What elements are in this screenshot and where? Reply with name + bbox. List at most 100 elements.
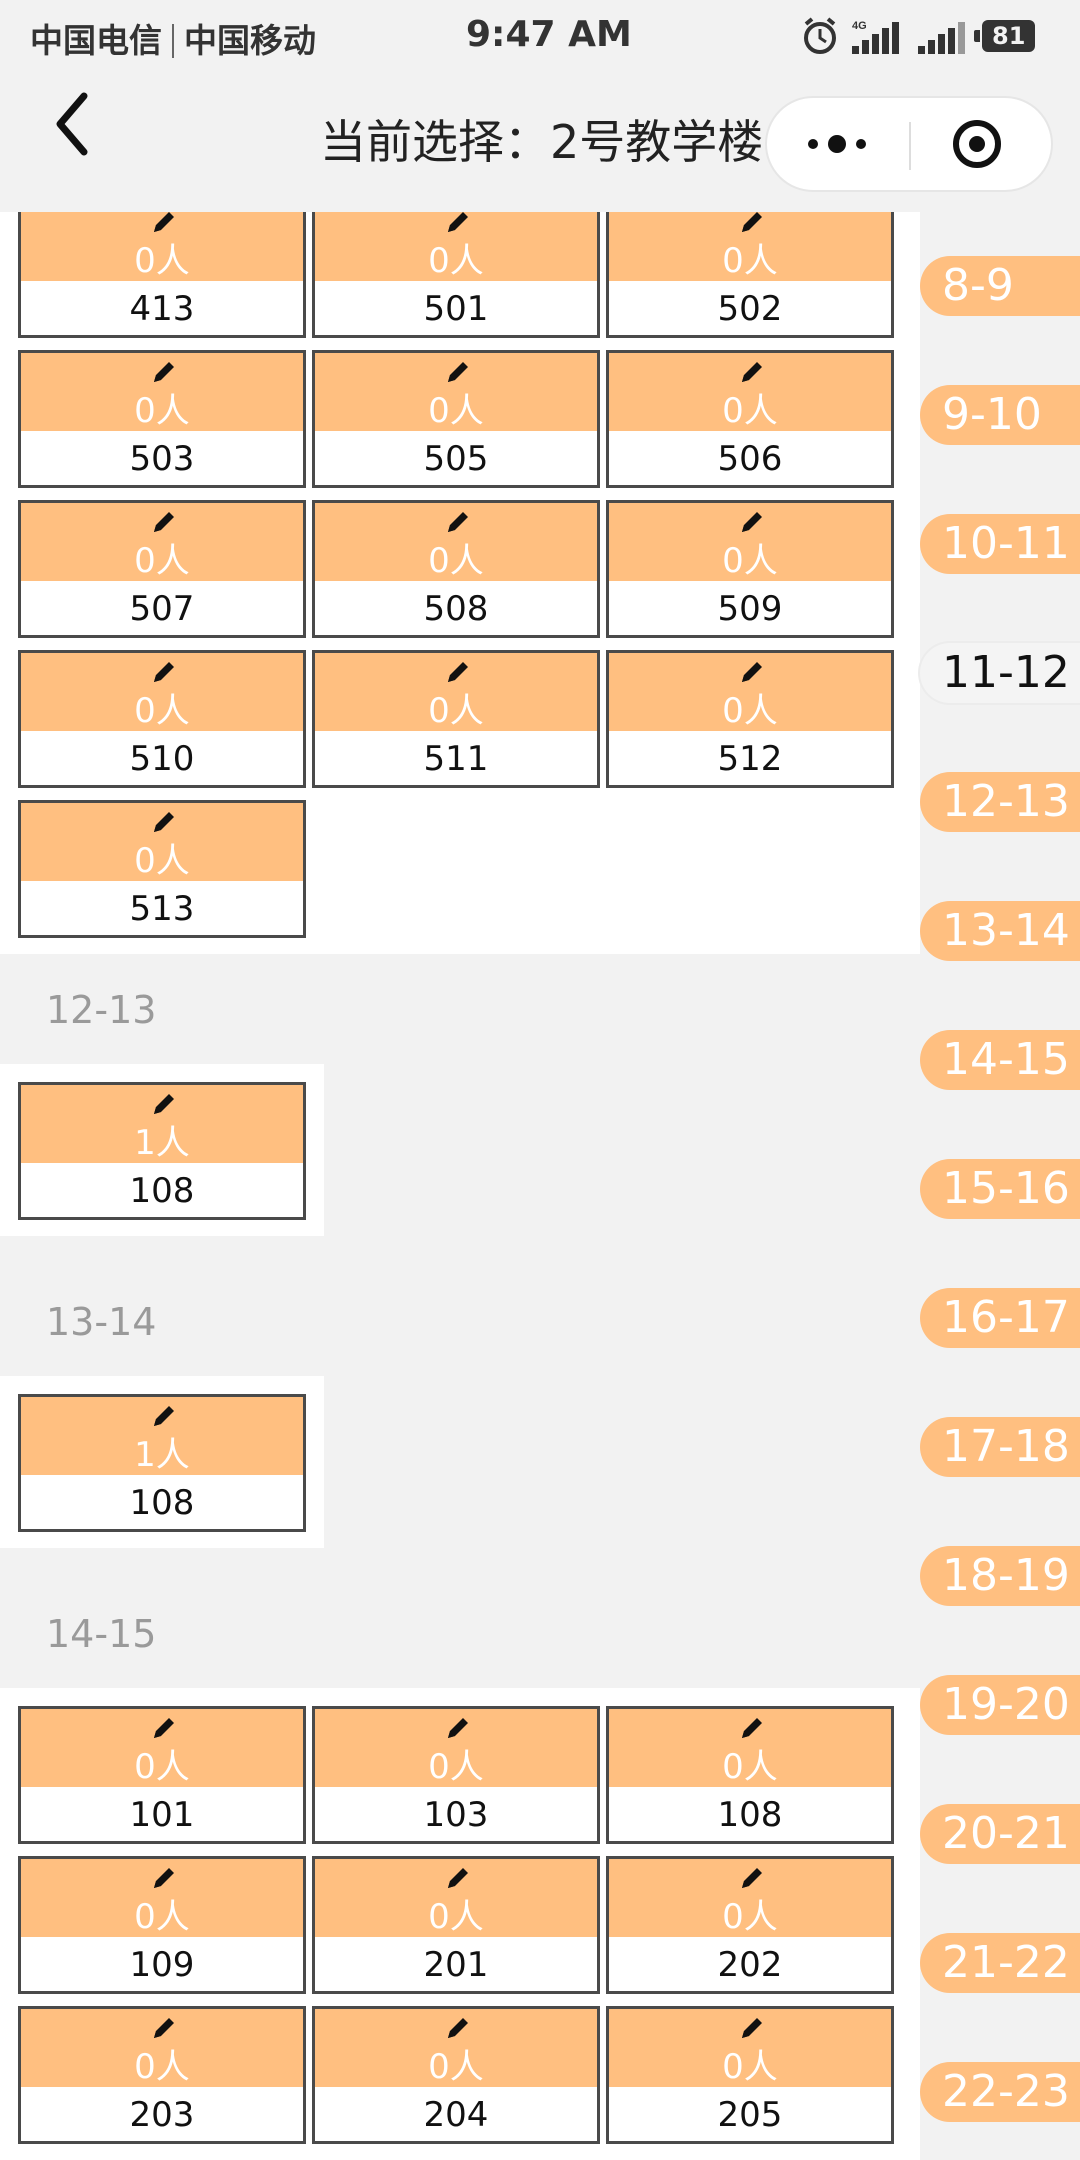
time-slot-17-18[interactable]: 17-18	[920, 1417, 1080, 1477]
occupancy-count: 0人	[134, 1897, 190, 1937]
room-card[interactable]: 0人 103	[312, 1706, 600, 1844]
room-number: 108	[129, 1483, 195, 1523]
occupancy-count: 0人	[722, 541, 778, 581]
status-icons: 4G 81	[800, 14, 1036, 58]
room-number: 202	[717, 1945, 783, 1985]
occupancy-count: 0人	[722, 2047, 778, 2087]
battery-indicator: 81	[973, 20, 1036, 52]
room-card[interactable]: 0人 505	[312, 350, 600, 488]
room-list[interactable]: 0人 413 0人 501 0人 502 0人 503 0人 505 0人 506 0人 507 0人 508…	[0, 212, 1080, 2160]
room-number: 205	[717, 2095, 783, 2135]
room-card[interactable]: 0人 108	[606, 1706, 894, 1844]
room-number: 502	[717, 289, 783, 329]
room-card[interactable]: 0人 501	[312, 212, 600, 338]
occupancy-count: 0人	[722, 241, 778, 281]
room-card[interactable]: 1人 108	[18, 1082, 306, 1220]
time-slot-18-19[interactable]: 18-19	[920, 1546, 1080, 1606]
occupancy-count: 0人	[722, 1747, 778, 1787]
time-slot-heading: 13-14	[46, 1300, 157, 1344]
room-number: 204	[423, 2095, 489, 2135]
time-slot-heading: 12-13	[46, 988, 157, 1032]
room-card[interactable]: 0人 201	[312, 1856, 600, 1994]
occupancy-count: 0人	[134, 691, 190, 731]
room-card[interactable]: 0人 511	[312, 650, 600, 788]
room-number: 511	[423, 739, 489, 779]
room-card[interactable]: 0人 512	[606, 650, 894, 788]
room-number: 103	[423, 1795, 489, 1835]
miniprogram-capsule	[765, 96, 1053, 192]
time-slot-11-12[interactable]: 11-12	[920, 643, 1080, 703]
room-number: 506	[717, 439, 783, 479]
room-card[interactable]: 0人 506	[606, 350, 894, 488]
time-slot-15-16[interactable]: 15-16	[920, 1159, 1080, 1219]
occupancy-count: 0人	[428, 1897, 484, 1937]
occupancy-count: 0人	[428, 1747, 484, 1787]
time-slot-21-22[interactable]: 21-22	[920, 1933, 1080, 1993]
occupancy-count: 0人	[134, 1747, 190, 1787]
time-slot-22-23[interactable]: 22-23	[920, 2062, 1080, 2122]
room-card[interactable]: 0人 109	[18, 1856, 306, 1994]
carrier-labels: 中国电信 中国移动	[30, 14, 316, 62]
occupancy-count: 0人	[428, 241, 484, 281]
room-number: 510	[129, 739, 195, 779]
time-slot-12-13[interactable]: 12-13	[920, 772, 1080, 832]
occupancy-count: 0人	[134, 541, 190, 581]
occupancy-count: 0人	[134, 2047, 190, 2087]
room-card[interactable]: 0人 510	[18, 650, 306, 788]
time-slot-16-17[interactable]: 16-17	[920, 1288, 1080, 1348]
time-slot-13-14[interactable]: 13-14	[920, 901, 1080, 961]
room-number: 513	[129, 889, 195, 929]
more-button[interactable]	[767, 98, 907, 190]
room-card[interactable]: 0人 502	[606, 212, 894, 338]
clock: 9:47 AM	[466, 14, 632, 55]
occupancy-count: 0人	[134, 391, 190, 431]
room-number: 512	[717, 739, 783, 779]
time-slot-9-10[interactable]: 9-10	[920, 385, 1080, 445]
signal-icon	[918, 22, 965, 54]
time-slot-heading: 14-15	[46, 1612, 157, 1656]
room-card[interactable]: 0人 205	[606, 2006, 894, 2144]
time-slot-8-9[interactable]: 8-9	[920, 256, 1080, 316]
room-number: 501	[423, 289, 489, 329]
more-icon-dot	[856, 139, 866, 149]
room-number: 505	[423, 439, 489, 479]
room-number: 108	[129, 1171, 195, 1211]
carrier-2: 中国移动	[184, 21, 316, 60]
time-slot-19-20[interactable]: 19-20	[920, 1675, 1080, 1735]
occupancy-count: 1人	[134, 1123, 190, 1163]
room-card[interactable]: 0人 413	[18, 212, 306, 338]
room-number: 101	[129, 1795, 195, 1835]
occupancy-count: 0人	[428, 391, 484, 431]
capsule-divider	[909, 122, 911, 170]
signal-4g-icon: 4G	[852, 20, 899, 54]
room-card[interactable]: 0人 509	[606, 500, 894, 638]
room-card[interactable]: 0人 202	[606, 1856, 894, 1994]
room-number: 109	[129, 1945, 195, 1985]
more-icon-dot	[828, 135, 846, 153]
carrier-divider	[172, 24, 174, 58]
occupancy-count: 0人	[428, 2047, 484, 2087]
room-card[interactable]: 0人 101	[18, 1706, 306, 1844]
back-button[interactable]	[44, 84, 104, 164]
close-target-icon[interactable]	[951, 118, 1003, 170]
occupancy-count: 0人	[428, 691, 484, 731]
room-card[interactable]: 0人 204	[312, 2006, 600, 2144]
room-number: 507	[129, 589, 195, 629]
carrier-1: 中国电信	[30, 21, 162, 60]
occupancy-count: 0人	[722, 691, 778, 731]
room-card[interactable]: 0人 507	[18, 500, 306, 638]
time-slot-14-15[interactable]: 14-15	[920, 1030, 1080, 1090]
room-card[interactable]: 0人 503	[18, 350, 306, 488]
occupancy-count: 0人	[134, 241, 190, 281]
room-card[interactable]: 0人 513	[18, 800, 306, 938]
room-card[interactable]: 1人 108	[18, 1394, 306, 1532]
time-slot-20-21[interactable]: 20-21	[920, 1804, 1080, 1864]
room-card[interactable]: 0人 508	[312, 500, 600, 638]
room-card[interactable]: 0人 203	[18, 2006, 306, 2144]
room-number: 509	[717, 589, 783, 629]
room-number: 508	[423, 589, 489, 629]
occupancy-count: 1人	[134, 1435, 190, 1475]
room-number: 201	[423, 1945, 489, 1985]
occupancy-count: 0人	[428, 541, 484, 581]
time-slot-10-11[interactable]: 10-11	[920, 514, 1080, 574]
